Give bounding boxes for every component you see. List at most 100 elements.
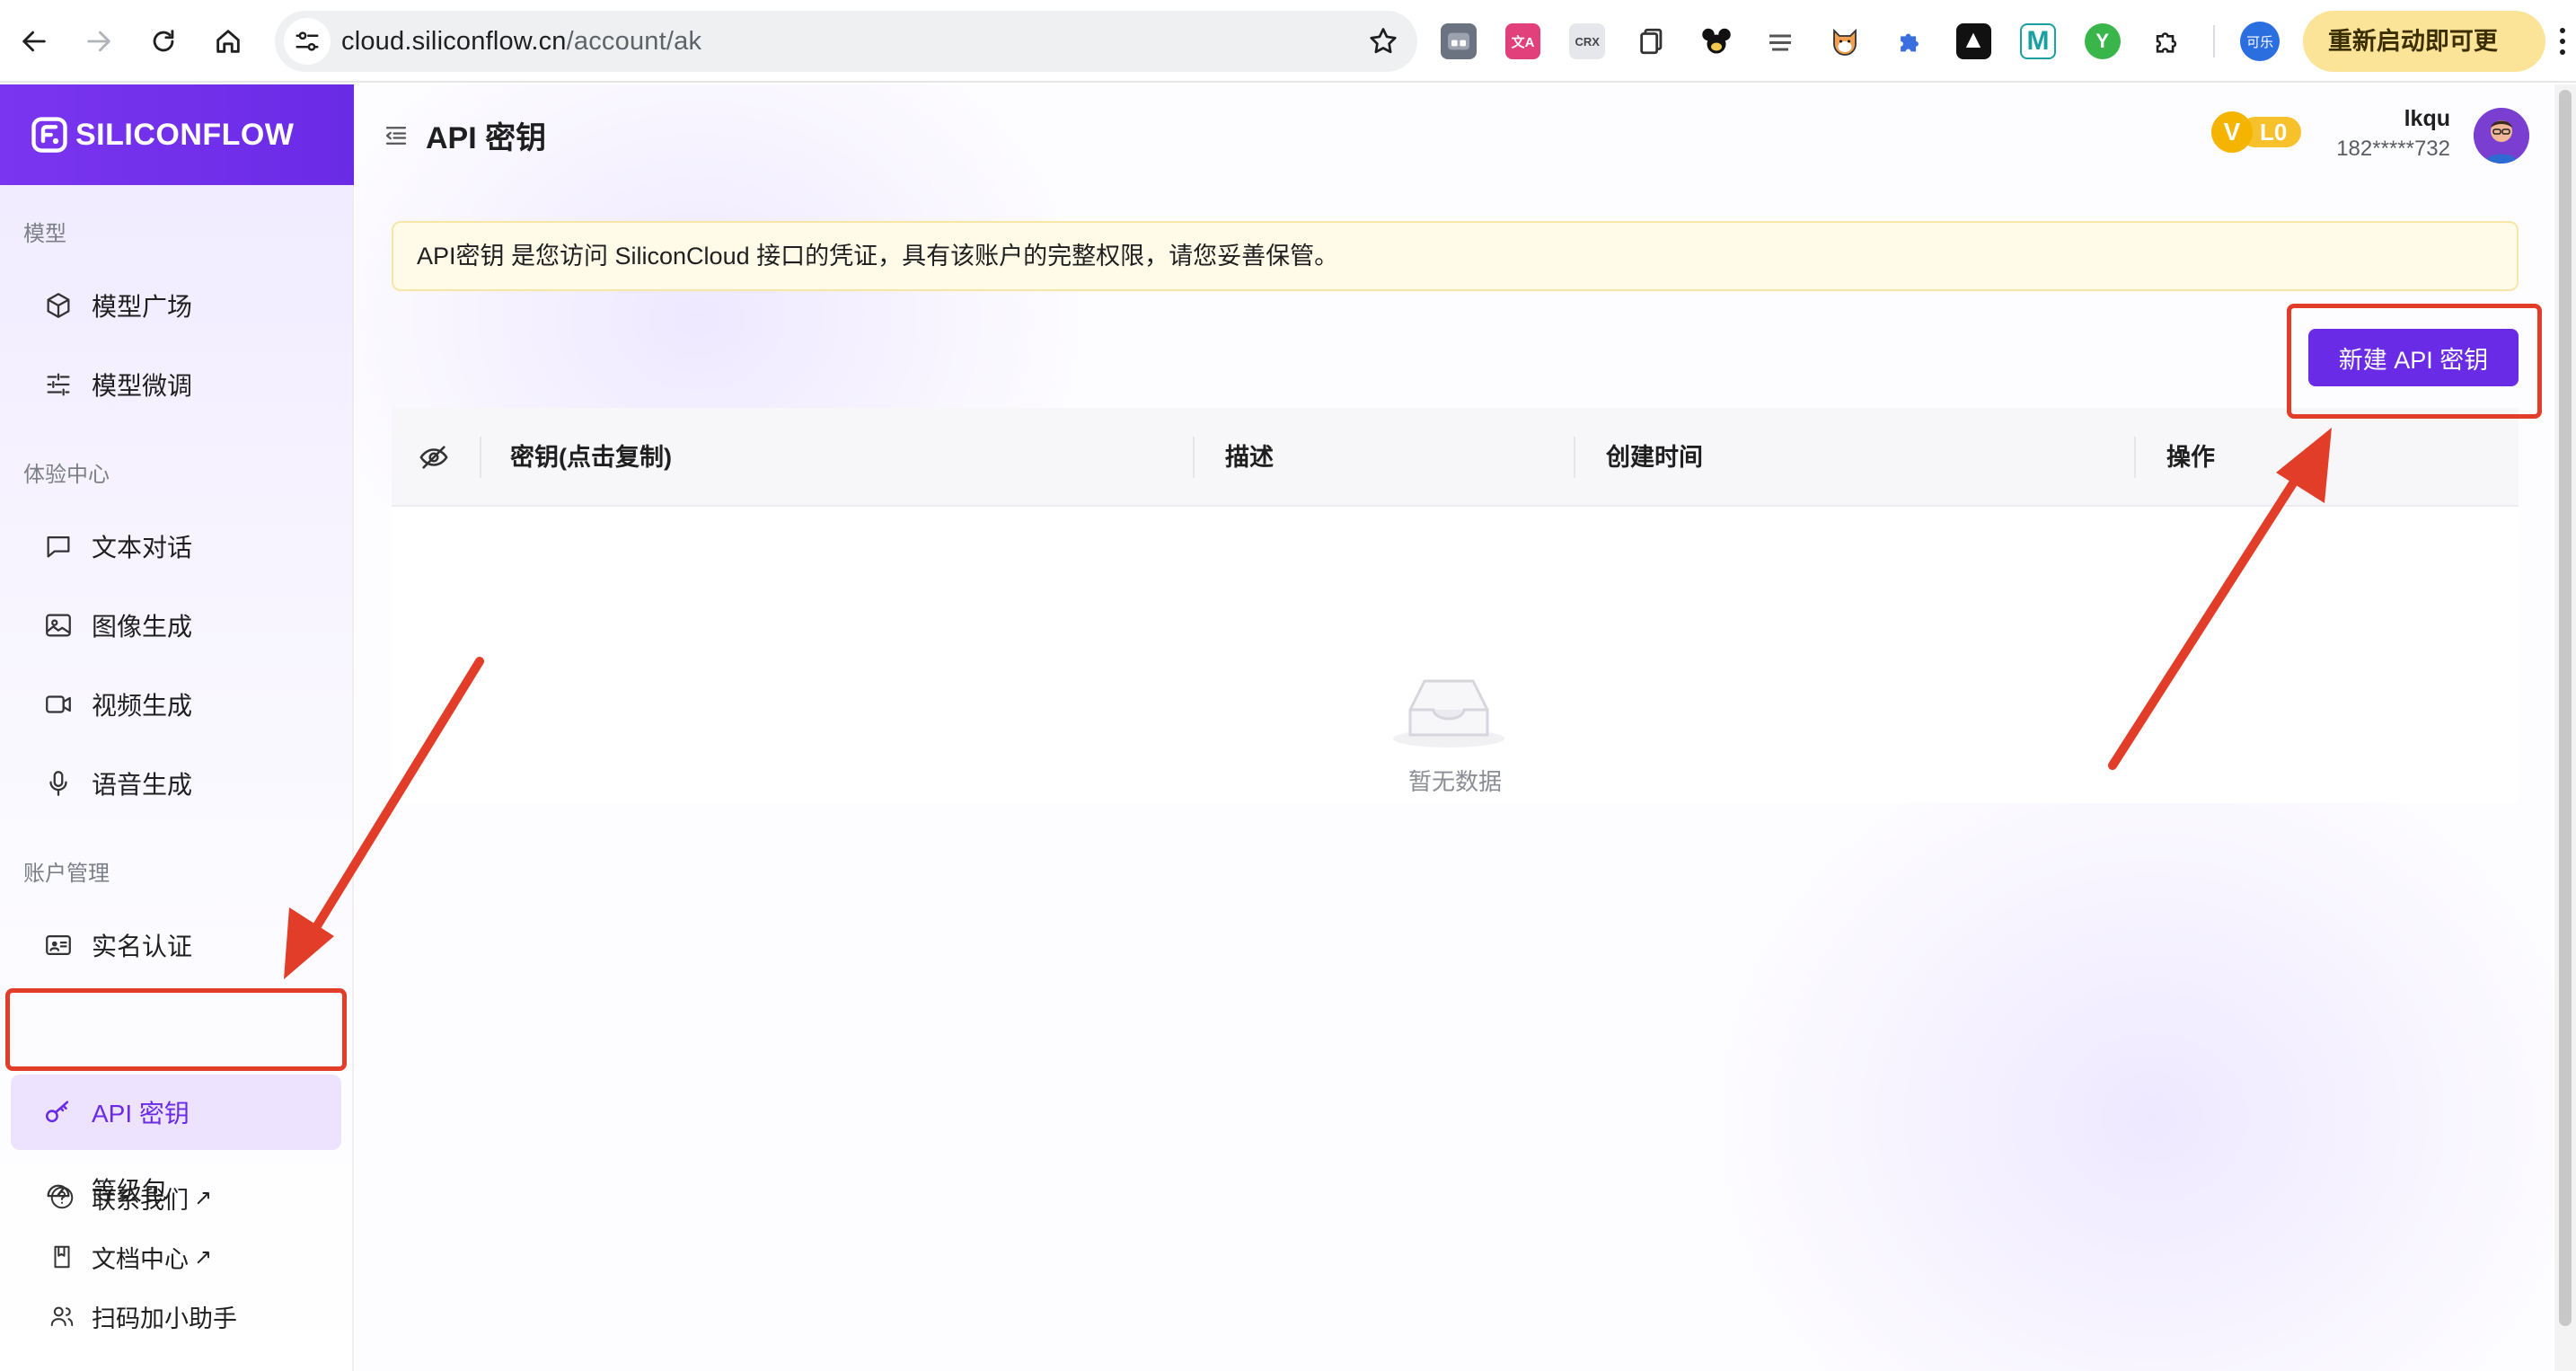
bottom-link-label: 联系我们 — [92, 1186, 189, 1214]
shield-extension-icon[interactable] — [1955, 23, 1992, 59]
arrow-left-icon — [22, 31, 46, 52]
sidebar-collapse-icon[interactable] — [383, 122, 410, 149]
users-icon — [50, 1306, 74, 1326]
arrow-right-icon — [87, 31, 110, 52]
profile-avatar[interactable]: 可乐 — [2240, 22, 2280, 61]
shiba-extension-icon[interactable] — [1827, 23, 1863, 59]
sidebar-item-speech-gen[interactable]: 语音生成 — [11, 747, 341, 819]
forward-button[interactable] — [75, 18, 122, 65]
id-card-icon — [46, 934, 71, 956]
section-label-account: 账户管理 — [23, 862, 110, 886]
sidebar-item-video-gen[interactable]: 视频生成 — [11, 668, 341, 740]
empty-inbox-icon — [1393, 679, 1504, 747]
column-divider — [1193, 437, 1195, 478]
vip-badge-icon: V — [2211, 111, 2253, 153]
new-api-key-button[interactable]: 新建 API 密钥 — [2308, 329, 2519, 386]
cube-icon — [47, 293, 70, 318]
key-icon — [45, 1101, 69, 1123]
sidebar-item-text-chat[interactable]: 文本对话 — [11, 510, 341, 582]
home-button[interactable] — [205, 18, 251, 65]
column-divider — [1574, 437, 1575, 478]
translate-extension-icon[interactable]: 文A — [1504, 23, 1541, 59]
tab-manager-icon[interactable] — [1441, 23, 1477, 59]
sidebar-item-label: 模型微调 — [92, 372, 193, 400]
user-phone: 182*****732 — [2336, 137, 2450, 161]
reload-button[interactable] — [140, 18, 187, 65]
page-scrollbar[interactable] — [2554, 84, 2576, 1371]
sidebar-item-label: API 密钥 — [92, 1100, 190, 1128]
column-divider — [480, 437, 481, 478]
column-header-key: 密钥(点击复制) — [510, 444, 672, 471]
tune-icon — [296, 31, 319, 51]
help-circle-icon — [50, 1186, 74, 1209]
table-header: 密钥(点击复制) 描述 创建时间 操作 — [392, 408, 2519, 507]
sidebar-item-label: 模型广场 — [92, 293, 193, 321]
browser-menu-icon[interactable] — [2549, 11, 2576, 72]
user-name: lkqu — [2404, 106, 2450, 131]
puzzle-extension-icon[interactable] — [1891, 23, 1928, 59]
sidebar-item-image-gen[interactable]: 图像生成 — [11, 589, 341, 661]
main-content: API 密钥 V L0 lkqu 182*****732 API密钥 是您访问 … — [356, 84, 2553, 1371]
update-browser-button[interactable]: 重新启动即可更新 — [2302, 11, 2546, 116]
column-divider — [2134, 437, 2136, 478]
brand-name: SILICONFLOW — [75, 117, 295, 152]
reload-icon — [153, 30, 174, 52]
api-key-notice: API密钥 是您访问 SiliconCloud 接口的凭证，具有该账户的完整权限… — [392, 221, 2519, 291]
sliders-icon — [47, 373, 70, 396]
empty-state-text: 暂无数据 — [1407, 768, 1502, 795]
y-extension-icon[interactable]: Y — [2084, 23, 2121, 59]
eye-off-icon[interactable] — [419, 442, 449, 473]
m-extension-icon[interactable]: M — [2020, 23, 2056, 59]
sidebar-item-label: 语音生成 — [92, 771, 193, 799]
section-label-models: 模型 — [23, 222, 66, 246]
section-label-experience: 体验中心 — [23, 463, 110, 487]
sidebar-item-label: 图像生成 — [92, 613, 193, 641]
bottom-link-label: 扫码加小助手 — [92, 1305, 237, 1332]
sidebar-item-api-keys[interactable]: API 密钥 — [11, 1075, 341, 1150]
bottom-link-label: 文档中心 — [92, 1245, 189, 1273]
sidebar: SILICONFLOW 模型 模型广场 模型微调 体验中心 文本对话 图像生成 … — [0, 84, 354, 1371]
external-link-icon: ↗ — [194, 1185, 213, 1210]
sidebar-item-label: 实名认证 — [92, 933, 193, 960]
url-host: cloud.siliconflow.cn — [341, 27, 567, 56]
toolbar-divider — [2213, 25, 2216, 57]
video-icon — [46, 695, 71, 713]
column-header-actions: 操作 — [2166, 444, 2215, 471]
browser-toolbar: cloud.siliconflow.cn/account/ak 文A CRX M… — [0, 0, 2576, 116]
siliconflow-logo-icon — [31, 117, 67, 153]
copy-extension-icon[interactable] — [1634, 23, 1670, 59]
column-header-created-time: 创建时间 — [1606, 444, 1703, 471]
mouse-extension-icon[interactable] — [1698, 23, 1734, 59]
scrollbar-thumb[interactable] — [2559, 90, 2572, 1326]
address-bar[interactable]: cloud.siliconflow.cn/account/ak — [275, 11, 1417, 72]
cool-tools-extension-icon[interactable] — [1762, 23, 1799, 59]
back-button[interactable] — [11, 18, 57, 65]
brand-logo[interactable]: SILICONFLOW — [0, 84, 354, 185]
sidebar-item-label: 视频生成 — [92, 692, 193, 720]
page-title: API 密钥 — [426, 121, 547, 155]
assistant-qr-link[interactable]: 扫码加小助手 — [49, 1296, 237, 1337]
site-info-button[interactable] — [284, 18, 331, 65]
chat-icon — [47, 535, 70, 558]
column-header-description: 描述 — [1225, 444, 1274, 471]
sidebar-item-real-name[interactable]: 实名认证 — [11, 909, 341, 981]
api-keys-table: 密钥(点击复制) 描述 创建时间 操作 暂无数据 — [392, 408, 2519, 803]
url-text[interactable]: cloud.siliconflow.cn/account/ak — [341, 11, 701, 72]
contact-us-link[interactable]: 联系我们 ↗ — [49, 1177, 212, 1218]
bookmark-star-icon[interactable] — [1367, 25, 1399, 57]
book-icon — [54, 1245, 70, 1269]
extensions-bar: 文A CRX M Y 可乐 重新启动即可更新 — [1441, 11, 2576, 116]
vip-level-badge[interactable]: V L0 — [2211, 111, 2310, 153]
sidebar-item-model-plaza[interactable]: 模型广场 — [11, 270, 341, 341]
crx-extension-icon[interactable]: CRX — [1569, 23, 1606, 59]
microphone-icon — [49, 771, 67, 796]
external-link-icon: ↗ — [194, 1244, 213, 1269]
home-icon — [216, 30, 240, 53]
sidebar-item-fine-tune[interactable]: 模型微调 — [11, 349, 341, 420]
sidebar-item-label: 文本对话 — [92, 534, 193, 562]
extensions-menu-icon[interactable] — [2148, 23, 2185, 59]
docs-center-link[interactable]: 文档中心 ↗ — [49, 1236, 212, 1278]
url-path: /account/ak — [566, 27, 702, 56]
avatar[interactable] — [2474, 108, 2529, 164]
image-icon — [46, 614, 71, 637]
